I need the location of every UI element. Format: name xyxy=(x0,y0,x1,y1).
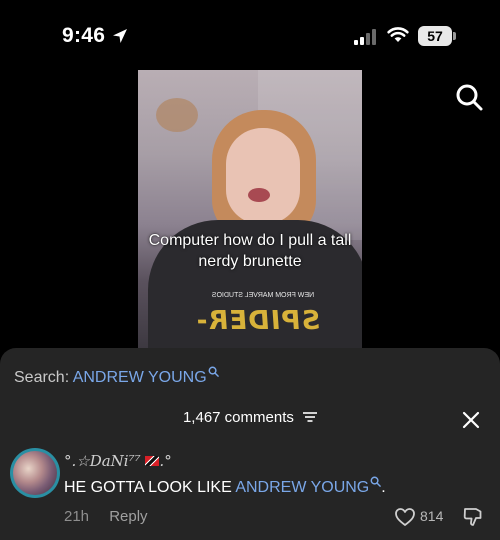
search-icon xyxy=(208,366,219,377)
search-icon xyxy=(370,476,382,487)
flag-icon xyxy=(145,456,160,466)
comment-text: HE GOTTA LOOK LIKE ANDREW YOUNG . xyxy=(64,476,386,497)
avatar-image xyxy=(13,451,57,495)
comment-count: 1,467 comments xyxy=(182,408,294,426)
shirt-print: SPIDER-MAN xyxy=(194,306,322,336)
comment-item: °.☆DaNi⁷⁷ .° HE GOTTA LOOK LIKE ANDREW Y… xyxy=(0,444,500,540)
video-hat xyxy=(156,98,198,132)
comment-text-suffix: . xyxy=(381,479,386,496)
like-count: 814 xyxy=(420,508,444,524)
location-arrow-icon xyxy=(113,29,127,43)
sort-icon[interactable] xyxy=(303,411,318,423)
cell-signal-icon xyxy=(354,29,376,45)
username-suffix: .° xyxy=(159,452,172,470)
comments-header: 1,467 comments xyxy=(0,408,500,432)
heart-icon[interactable] xyxy=(394,506,416,528)
search-icon[interactable] xyxy=(454,82,484,112)
battery-level: 57 xyxy=(427,28,443,44)
username-text: °.☆DaNi⁷⁷ xyxy=(64,452,141,470)
reply-button[interactable]: Reply xyxy=(109,508,147,525)
comment-username[interactable]: °.☆DaNi⁷⁷ .° xyxy=(64,452,172,470)
avatar[interactable] xyxy=(10,448,60,498)
comments-sheet: Search: ANDREW YOUNG 1,467 comments °.☆D… xyxy=(0,348,500,540)
video-face xyxy=(226,128,300,224)
search-keyword[interactable]: ANDREW YOUNG xyxy=(73,369,207,386)
wifi-icon xyxy=(387,27,409,42)
search-prefix: Search: xyxy=(14,369,73,386)
video-mouth xyxy=(248,188,270,202)
comment-time: 21h xyxy=(64,508,90,525)
comment-keyword-link[interactable]: ANDREW YOUNG xyxy=(235,479,369,496)
status-time: 9:46 xyxy=(62,24,106,47)
close-icon[interactable] xyxy=(460,409,482,431)
video-player[interactable]: NEW FROM MARVEL STUDIOS SPIDER-MAN Compu… xyxy=(138,70,362,350)
battery-nub xyxy=(453,32,456,40)
related-search-link[interactable]: Search: ANDREW YOUNG xyxy=(14,366,219,387)
video-caption: Computer how do I pull a tall nerdy brun… xyxy=(148,232,352,270)
battery-icon: 57 xyxy=(418,26,452,46)
thumbs-down-icon[interactable] xyxy=(462,506,484,528)
comment-meta: 21h Reply xyxy=(64,508,148,525)
comment-text-prefix: HE GOTTA LOOK LIKE xyxy=(64,479,236,496)
status-bar: 9:46 57 xyxy=(0,0,500,70)
